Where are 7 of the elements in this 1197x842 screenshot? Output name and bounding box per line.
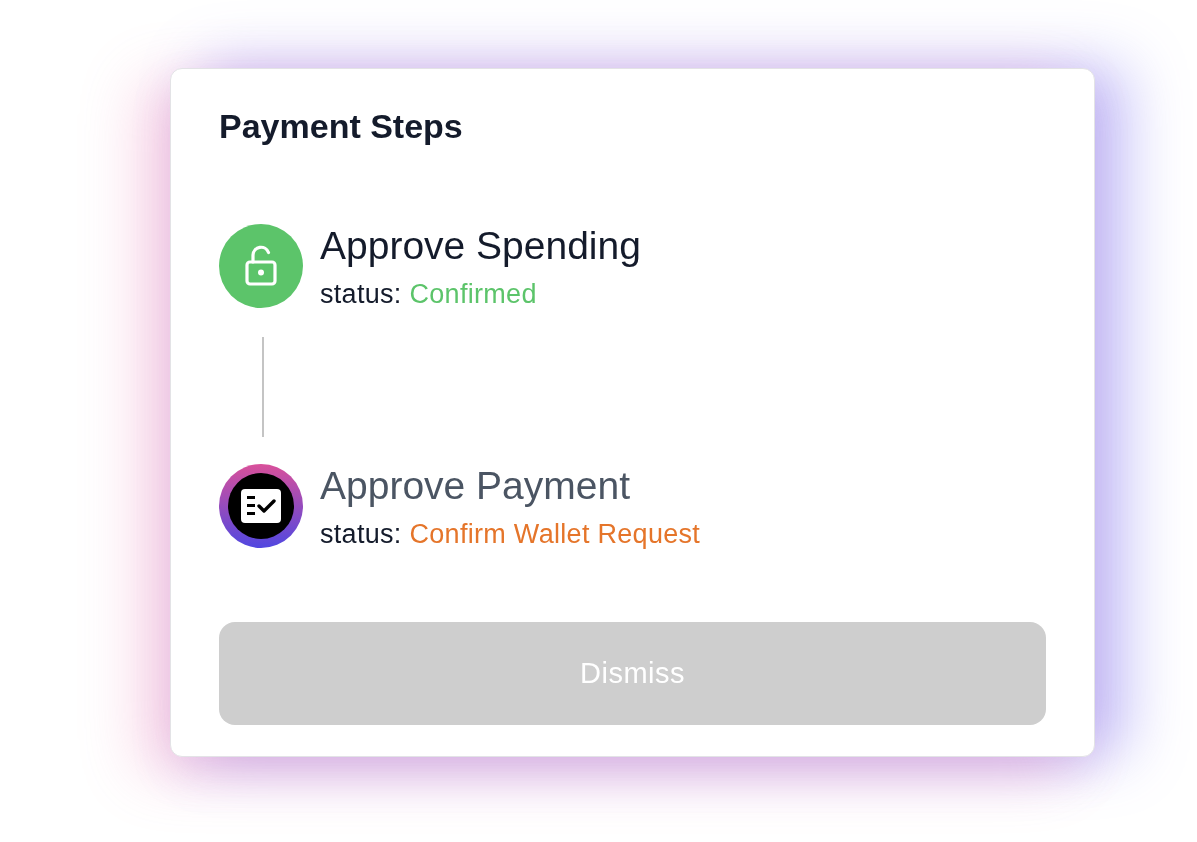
status-label: status: [320,279,402,309]
status-label: status: [320,519,402,549]
step-title: Approve Payment [320,464,631,508]
status-value: Confirm Wallet Request [409,519,701,549]
status-value: Confirmed [409,279,537,309]
card-title: Payment Steps [219,106,464,146]
step-title: Approve Spending [320,224,641,268]
